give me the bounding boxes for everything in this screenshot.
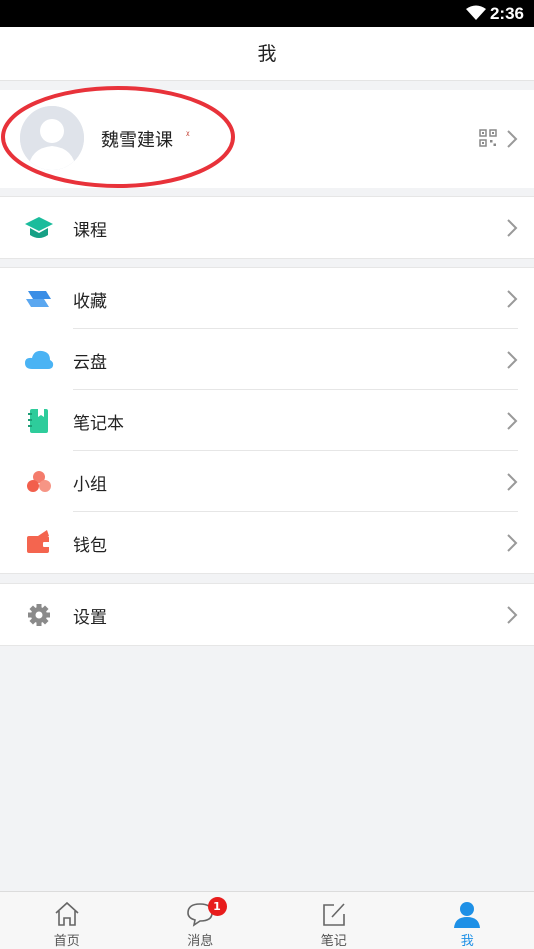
chevron-right-icon (507, 412, 518, 430)
menu-group-1: 课程 (0, 196, 534, 259)
status-time: 2:36 (489, 4, 524, 23)
wallet-icon (24, 529, 54, 557)
profile-card[interactable]: 魏雪建课 ᵡ (0, 90, 534, 188)
home-icon (53, 900, 81, 928)
edit-icon (320, 900, 348, 928)
tab-home[interactable]: 首页 (0, 892, 134, 949)
tab-label: 消息 (187, 934, 214, 949)
group-icon (24, 468, 54, 496)
menu-item-label: 课程 (73, 221, 107, 241)
chevron-right-icon (507, 130, 518, 148)
tab-label: 笔记 (320, 934, 347, 949)
cloud-icon (24, 346, 54, 374)
tab-me[interactable]: 我 (401, 892, 534, 949)
status-bar: 2:36 (0, 0, 534, 27)
menu-item-notebook[interactable]: 笔记本 (0, 390, 534, 451)
avatar[interactable] (20, 106, 84, 170)
menu-item-label: 设置 (73, 608, 107, 628)
menu-item-label: 小组 (73, 475, 107, 495)
bookmark-layers-icon (24, 285, 54, 313)
menu-item-label: 收藏 (73, 292, 107, 312)
tab-notes[interactable]: 笔记 (267, 892, 401, 949)
unread-badge: 1 (207, 897, 227, 916)
tab-label: 首页 (53, 934, 80, 949)
menu-item-settings[interactable]: 设置 (0, 584, 534, 645)
tab-label: 我 (460, 934, 474, 949)
notebook-icon (24, 407, 54, 435)
menu-item-wallet[interactable]: 钱包 (0, 512, 534, 573)
profile-name: 魏雪建课 (101, 130, 173, 151)
chevron-right-icon (507, 351, 518, 369)
page-title: 我 (0, 27, 534, 81)
person-icon (453, 900, 481, 928)
chevron-right-icon (507, 290, 518, 308)
chevron-right-icon (507, 219, 518, 237)
menu-item-course[interactable]: 课程 (0, 197, 534, 258)
tab-bar: 首页 1 消息 笔记 我 (0, 891, 534, 949)
gear-icon (24, 601, 54, 629)
wifi-icon (466, 5, 486, 20)
graduation-cap-icon (24, 214, 54, 242)
chevron-right-icon (507, 473, 518, 491)
profile-name-mark: ᵡ (186, 130, 190, 141)
menu-item-label: 笔记本 (73, 414, 124, 434)
menu-item-group[interactable]: 小组 (0, 451, 534, 512)
qr-code-icon[interactable] (479, 129, 497, 147)
menu-group-3: 设置 (0, 583, 534, 646)
menu-group-2: 收藏 云盘 笔记本 小组 钱包 (0, 267, 534, 574)
menu-item-cloud-drive[interactable]: 云盘 (0, 329, 534, 390)
menu-item-favorites[interactable]: 收藏 (0, 268, 534, 329)
chevron-right-icon (507, 606, 518, 624)
chevron-right-icon (507, 534, 518, 552)
menu-item-label: 云盘 (73, 353, 107, 373)
menu-item-label: 钱包 (73, 536, 107, 556)
tab-messages[interactable]: 1 消息 (134, 892, 268, 949)
